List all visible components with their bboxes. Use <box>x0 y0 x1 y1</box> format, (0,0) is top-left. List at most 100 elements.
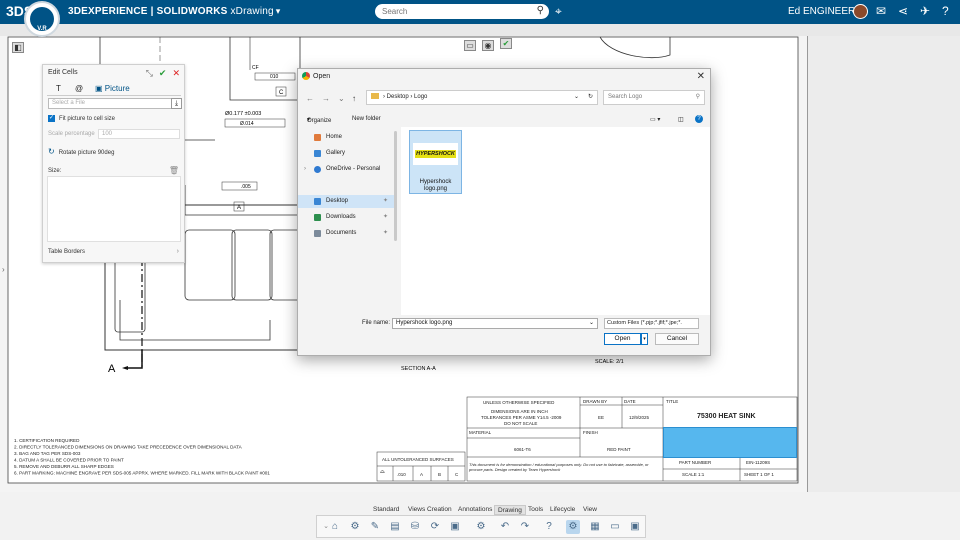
tab-standard[interactable]: Standard <box>370 505 402 515</box>
display-icon[interactable]: ▭ <box>608 520 622 534</box>
tab-view[interactable]: View <box>580 505 600 515</box>
view-icon[interactable]: ▭ <box>464 40 476 51</box>
validate-icon[interactable]: ✔ <box>500 38 512 49</box>
open-file-dialog[interactable]: Open ✕ ← → ⌄ ↑ › Desktop › Logo ⌄ ↻ Sear… <box>297 68 711 356</box>
insert-table-icon[interactable]: ▦ <box>588 520 602 534</box>
breadcrumb-desktop[interactable]: Desktop <box>387 94 409 100</box>
table-borders-section[interactable]: Table Borders <box>48 249 85 255</box>
tools-icon[interactable]: ✈ <box>920 4 930 18</box>
home-icon[interactable]: ⌂ <box>328 520 342 534</box>
help-icon[interactable]: ? <box>695 115 703 123</box>
help-icon[interactable]: ? <box>542 520 556 534</box>
expand-icon[interactable]: › <box>304 163 306 176</box>
fit-view-icon[interactable]: ▣ <box>628 520 642 534</box>
nav-desktop[interactable]: Desktop ✦ <box>298 195 394 208</box>
chevron-right-icon[interactable]: › <box>177 248 179 255</box>
search-icon[interactable]: ⚲ <box>537 5 544 16</box>
panel-toggle-icon[interactable]: ◧ <box>12 42 24 53</box>
fit-picture-row[interactable]: ✓ Fit picture to cell size <box>48 115 115 122</box>
pin-icon[interactable]: ✦ <box>383 227 388 240</box>
open-button[interactable]: Open <box>604 333 641 345</box>
file-item[interactable]: HYPERSHOCK Hypershock logo.png <box>409 130 462 194</box>
tag-icon[interactable]: ⌖ <box>555 4 562 19</box>
tab-lifecycle[interactable]: Lifecycle <box>547 505 578 515</box>
upload-icon[interactable]: ⤓ <box>171 98 182 109</box>
pin-icon[interactable]: ✦ <box>383 211 388 224</box>
breadcrumb-logo[interactable]: Logo <box>414 94 427 100</box>
new-icon[interactable]: ✎ <box>368 520 382 534</box>
nav-home-label: Home <box>326 134 343 140</box>
collapse-icon[interactable]: ⤡ <box>146 68 153 78</box>
expand-left-icon[interactable]: › <box>2 265 5 274</box>
edit-cells-panel[interactable]: Edit Cells ⤡ ✔ ✕ T @ ▣ Picture Select a Fi… <box>42 64 185 263</box>
forward-icon[interactable]: → <box>322 94 330 103</box>
tab-views-creation[interactable]: Views Creation <box>405 505 455 515</box>
search-input[interactable] <box>382 5 532 18</box>
refresh-icon[interactable]: ↻ <box>588 91 593 104</box>
search-box[interactable]: ⚲ <box>375 4 549 19</box>
tab-tools[interactable]: Tools <box>525 505 546 515</box>
dialog-toolbar: Organize ▾ New folder ▭ ▾ ◫ ? <box>298 114 710 127</box>
folder-search-placeholder: Search Logo <box>608 94 643 100</box>
trash-icon[interactable]: 🗑 <box>169 166 179 175</box>
selected-logo-cell[interactable] <box>663 427 797 458</box>
undo-icon[interactable]: ↶ <box>498 520 512 534</box>
nav-scrollbar[interactable] <box>394 131 397 241</box>
up-icon[interactable]: ↑ <box>352 94 356 103</box>
rotate-row[interactable]: ↻ Rotate picture 90deg <box>48 147 114 156</box>
open-icon[interactable]: ⚙ <box>348 520 362 534</box>
file-select-field[interactable]: Select a File <box>48 98 177 109</box>
note-5: 5. REMOVE AND DEBURR ALL SHARP EDGES <box>14 464 114 469</box>
tab-picture[interactable]: ▣ Picture <box>95 84 130 93</box>
user-name[interactable]: Ed ENGINEER <box>788 6 855 17</box>
file-list[interactable]: HYPERSHOCK Hypershock logo.png <box>401 127 710 315</box>
new-folder-button[interactable]: New folder <box>352 116 381 122</box>
view-options-icon[interactable]: ▭ ▾ <box>650 116 660 123</box>
database-icon[interactable]: ⛁ <box>408 520 422 534</box>
confirm-icon[interactable]: ✔ <box>159 68 167 78</box>
table-edit-icon[interactable]: ⚙ <box>566 520 580 534</box>
nav-gallery[interactable]: Gallery <box>298 147 394 160</box>
fit-picture-checkbox[interactable]: ✓ <box>48 115 55 122</box>
chevron-down-icon[interactable]: ⌄ <box>589 319 594 328</box>
tb-tol: TOLERANCES PER ASME Y14.5 -2009 <box>481 415 562 420</box>
settings-icon[interactable]: ⚙ <box>474 520 488 534</box>
publish-icon[interactable]: ▣ <box>448 520 462 534</box>
save-icon[interactable]: ▤ <box>388 520 402 534</box>
tab-annotations[interactable]: Annotations <box>455 505 495 515</box>
capture-icon[interactable]: ◉ <box>482 40 494 51</box>
nav-documents[interactable]: Documents ✦ <box>298 227 394 240</box>
file-name-input[interactable]: Hypershock logo.png ⌄ <box>392 318 598 329</box>
document-icon <box>314 230 321 237</box>
back-icon[interactable]: ← <box>306 94 314 103</box>
help-icon[interactable]: ? <box>942 4 949 18</box>
pin-icon[interactable]: ✦ <box>383 195 388 208</box>
nav-onedrive[interactable]: › OneDrive - Personal <box>298 163 394 176</box>
cancel-button[interactable]: Cancel <box>655 333 699 345</box>
compass-button[interactable]: V.R <box>24 1 60 37</box>
preview-pane-icon[interactable]: ◫ <box>678 116 684 123</box>
scale-percentage-input[interactable]: 100 <box>98 129 180 139</box>
tab-text[interactable]: T <box>56 84 61 93</box>
close-dialog-icon[interactable]: ✕ <box>697 71 705 82</box>
recent-icon[interactable]: ⌄ <box>338 94 345 103</box>
app-title[interactable]: 3DEXPERIENCE | SOLIDWORKS xDrawing ▾ <box>68 6 280 17</box>
share-icon[interactable]: ⋖ <box>898 4 908 18</box>
tab-drawing[interactable]: Drawing <box>494 505 526 515</box>
organize-button[interactable]: Organize ▾ <box>307 116 331 124</box>
file-type-select[interactable]: Custom Files (*.pjp;*.jfif;*.jpe;*. <box>604 318 699 329</box>
nav-downloads[interactable]: Downloads ✦ <box>298 211 394 224</box>
avatar[interactable] <box>853 4 868 19</box>
sync-icon[interactable]: ⟳ <box>428 520 442 534</box>
rotate-label: Rotate picture 90deg <box>58 150 115 156</box>
address-dropdown-icon[interactable]: ⌄ <box>574 91 579 104</box>
redo-icon[interactable]: ↷ <box>518 520 532 534</box>
nav-home[interactable]: Home <box>298 131 394 144</box>
open-dropdown-icon[interactable]: ▾ <box>641 333 648 345</box>
address-bar[interactable]: › Desktop › Logo ⌄ ↻ <box>366 90 598 105</box>
close-icon[interactable]: ✕ <box>172 68 180 78</box>
cf-label: CF <box>252 65 259 71</box>
folder-search[interactable]: Search Logo ⚲ <box>603 90 705 105</box>
message-icon[interactable]: ✉ <box>876 4 886 18</box>
tab-link[interactable]: @ <box>75 84 83 93</box>
